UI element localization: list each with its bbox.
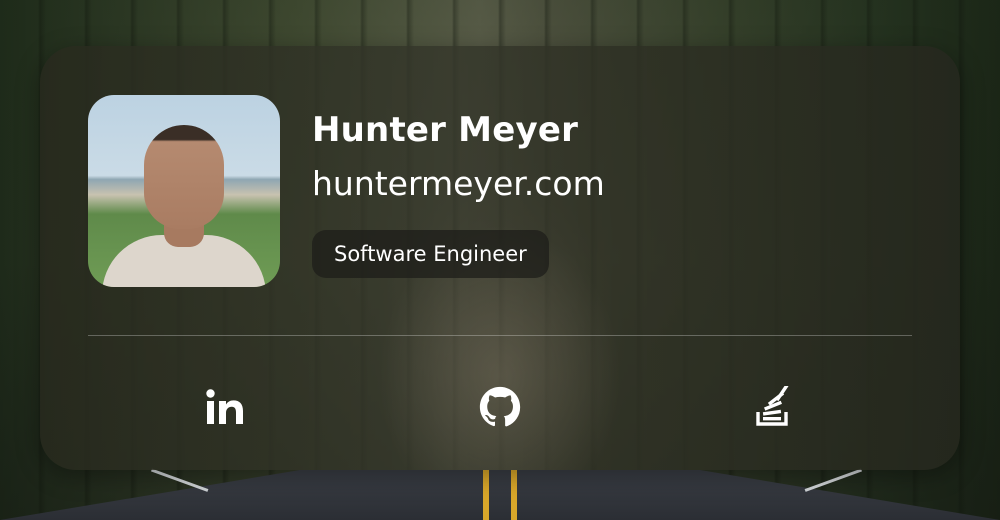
github-link[interactable]	[476, 383, 524, 431]
role-badge: Software Engineer	[312, 230, 549, 278]
profile-card: Hunter Meyer huntermeyer.com Software En…	[40, 46, 960, 470]
role-badge-label: Software Engineer	[334, 242, 527, 266]
stackoverflow-link[interactable]	[750, 383, 798, 431]
profile-website[interactable]: huntermeyer.com	[312, 164, 605, 203]
avatar-person-head	[144, 125, 224, 229]
linkedin-icon	[206, 389, 243, 424]
road-center-line	[511, 470, 517, 520]
profile-name: Hunter Meyer	[312, 110, 579, 150]
stackoverflow-icon	[756, 386, 789, 426]
avatar	[88, 95, 280, 287]
github-icon	[479, 386, 521, 427]
road-center-line	[483, 470, 489, 520]
divider	[88, 335, 912, 336]
linkedin-link[interactable]	[201, 383, 249, 431]
